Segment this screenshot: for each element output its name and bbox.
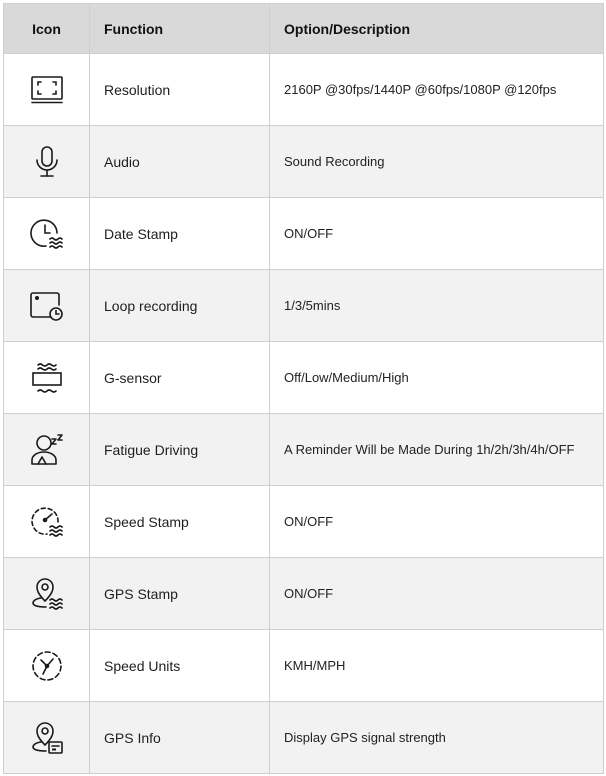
description-text: ON/OFF: [269, 197, 604, 270]
table-row: Speed Stamp ON/OFF: [3, 485, 604, 558]
description-text: 2160P @30fps/1440P @60fps/1080P @120fps: [269, 53, 604, 126]
loop-recording-icon: [29, 291, 63, 321]
header-description: Option/Description: [269, 3, 604, 54]
g-sensor-icon: [31, 362, 62, 393]
description-text: Off/Low/Medium/High: [269, 341, 604, 414]
description-text: KMH/MPH: [269, 629, 604, 702]
description-text: Display GPS signal strength: [269, 701, 604, 774]
header-row: Icon Function Option/Description: [3, 3, 604, 54]
function-label: Speed Units: [89, 629, 270, 702]
function-label: G-sensor: [89, 341, 270, 414]
description-text: 1/3/5mins: [269, 269, 604, 342]
function-label: Speed Stamp: [89, 485, 270, 558]
table-row: GPS Info Display GPS signal strength: [3, 701, 604, 774]
table-row: Resolution 2160P @30fps/1440P @60fps/108…: [3, 53, 604, 126]
function-label: Loop recording: [89, 269, 270, 342]
table-row: Loop recording 1/3/5mins: [3, 269, 604, 342]
speedometer-icon: [31, 650, 62, 681]
description-text: Sound Recording: [269, 125, 604, 198]
table-row: GPS Stamp ON/OFF: [3, 557, 604, 630]
resolution-frame-icon: [30, 75, 63, 103]
location-pin-info-icon: [31, 721, 63, 754]
function-label: GPS Info: [89, 701, 270, 774]
description-text: A Reminder Will be Made During 1h/2h/3h/…: [269, 413, 604, 486]
function-label: GPS Stamp: [89, 557, 270, 630]
table-row: Audio Sound Recording: [3, 125, 604, 198]
table-row: Fatigue Driving A Reminder Will be Made …: [3, 413, 604, 486]
function-label: Resolution: [89, 53, 270, 126]
table-row: Date Stamp ON/OFF: [3, 197, 604, 270]
header-function: Function: [89, 3, 270, 54]
table-row: Speed Units KMH/MPH: [3, 629, 604, 702]
speedometer-stamp-icon: [30, 506, 63, 537]
settings-table: Icon Function Option/Description Resolut…: [3, 3, 604, 774]
table-row: G-sensor Off/Low/Medium/High: [3, 341, 604, 414]
clock-stamp-icon: [29, 218, 63, 249]
microphone-icon: [35, 145, 58, 177]
header-icon: Icon: [3, 3, 90, 54]
location-pin-stamp-icon: [31, 577, 63, 610]
function-label: Audio: [89, 125, 270, 198]
function-label: Date Stamp: [89, 197, 270, 270]
description-text: ON/OFF: [269, 557, 604, 630]
description-text: ON/OFF: [269, 485, 604, 558]
table-body: Resolution 2160P @30fps/1440P @60fps/108…: [3, 53, 604, 774]
function-label: Fatigue Driving: [89, 413, 270, 486]
table-header: Icon Function Option/Description: [3, 3, 604, 54]
fatigue-driver-icon: [30, 433, 63, 465]
